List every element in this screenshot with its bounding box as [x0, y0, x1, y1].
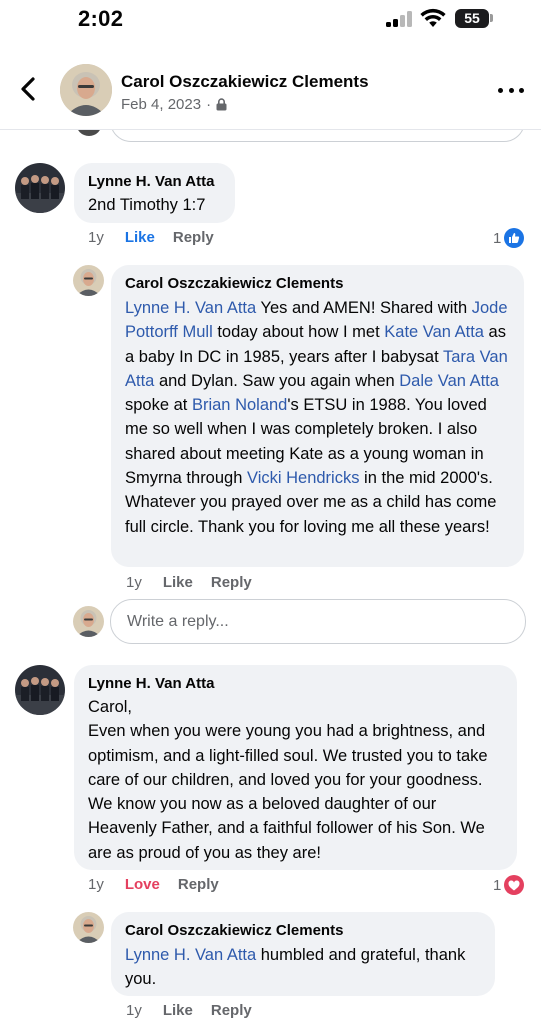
back-arrow-icon[interactable]	[14, 74, 44, 104]
reaction-count-number: 1	[493, 876, 502, 894]
header-divider	[0, 129, 541, 130]
comment-actions: 1y Like Reply	[88, 229, 214, 246]
comment-text-line: Carol,	[88, 698, 133, 716]
comment-bubble[interactable]: Lynne H. Van Atta 2nd Timothy 1:7	[74, 163, 235, 223]
comment-text-segment: today about how I met	[212, 323, 385, 342]
comment-time[interactable]: 1y	[126, 574, 142, 591]
battery-tip	[490, 14, 493, 22]
commenter-avatar[interactable]	[73, 265, 104, 296]
like-button[interactable]: Like	[163, 574, 193, 591]
author-avatar[interactable]	[60, 64, 112, 116]
comment-time[interactable]: 1y	[88, 229, 104, 246]
post-date-text: Feb 4, 2023	[121, 96, 202, 113]
comment-author[interactable]: Lynne H. Van Atta	[88, 172, 221, 192]
date-separator: ·	[206, 96, 212, 113]
comment-author[interactable]: Carol Oszczakiewicz Clements	[125, 921, 481, 941]
battery-icon: 55	[455, 9, 489, 28]
wifi-icon	[420, 8, 446, 27]
author-name[interactable]: Carol Oszczakiewicz Clements	[121, 72, 369, 92]
reaction-count[interactable]: 1	[493, 228, 525, 248]
mention-link[interactable]: Lynne H. Van Atta	[125, 299, 256, 317]
comment-time[interactable]: 1y	[88, 876, 104, 893]
love-button[interactable]: Love	[125, 876, 160, 893]
reply-button[interactable]: Reply	[211, 1002, 252, 1019]
reaction-count-number: 1	[493, 229, 502, 247]
comment-bubble[interactable]: Carol Oszczakiewicz Clements Lynne H. Va…	[111, 912, 495, 996]
comment-text: Even when you were young you had a brigh…	[88, 722, 488, 862]
comment-author[interactable]: Lynne H. Van Atta	[88, 674, 503, 694]
comment-actions: 1y Like Reply	[126, 574, 252, 591]
post-date: Feb 4, 2023 ·	[121, 96, 227, 113]
mention-link[interactable]: Kate Van Atta	[384, 323, 484, 341]
comment-text: Lynne H. Van Atta humbled and grateful, …	[125, 943, 481, 992]
like-button[interactable]: Like	[163, 1002, 193, 1019]
lock-icon	[216, 98, 227, 111]
mention-link[interactable]: Brian Noland	[192, 396, 287, 414]
commenter-avatar[interactable]	[15, 163, 65, 213]
comment-text: Lynne H. Van Atta Yes and AMEN! Shared w…	[125, 296, 510, 539]
mention-link[interactable]: Dale Van Atta	[399, 372, 499, 390]
more-options-icon[interactable]	[498, 80, 524, 100]
love-reaction-icon	[504, 875, 525, 895]
comment-text: 2nd Timothy 1:7	[88, 196, 206, 214]
comment-author[interactable]: Carol Oszczakiewicz Clements	[125, 274, 510, 294]
like-reaction-icon	[504, 228, 525, 248]
current-user-avatar	[73, 606, 104, 637]
reply-button[interactable]: Reply	[173, 229, 214, 246]
comment-bubble[interactable]: Lynne H. Van Atta Carol, Even when you w…	[74, 665, 517, 870]
reply-input[interactable]: Write a reply...	[110, 599, 526, 644]
comment-text-segment: Yes and AMEN! Shared with	[256, 299, 472, 317]
comment-text-segment: and Dylan. Saw you again when	[154, 371, 400, 390]
cellular-signal-icon	[386, 11, 412, 27]
comment-actions: 1y Like Reply	[126, 1002, 252, 1019]
comment-text-segment: spoke at	[125, 396, 192, 415]
like-button[interactable]: Like	[125, 229, 155, 246]
commenter-avatar[interactable]	[15, 665, 65, 715]
reply-button[interactable]: Reply	[211, 574, 252, 591]
mention-link[interactable]: Vicki Hendricks	[247, 469, 359, 487]
post-header: Carol Oszczakiewicz Clements Feb 4, 2023…	[0, 44, 541, 130]
status-time: 2:02	[78, 6, 124, 31]
status-bar: 2:02 55	[0, 0, 541, 44]
reaction-count[interactable]: 1	[493, 875, 525, 895]
comment-time[interactable]: 1y	[126, 1002, 142, 1019]
mention-link[interactable]: Lynne H. Van Atta	[125, 946, 256, 964]
commenter-avatar[interactable]	[73, 912, 104, 943]
comment-actions: 1y Love Reply	[88, 876, 219, 893]
reply-button[interactable]: Reply	[178, 876, 219, 893]
comment-bubble[interactable]: Carol Oszczakiewicz Clements Lynne H. Va…	[111, 265, 524, 567]
